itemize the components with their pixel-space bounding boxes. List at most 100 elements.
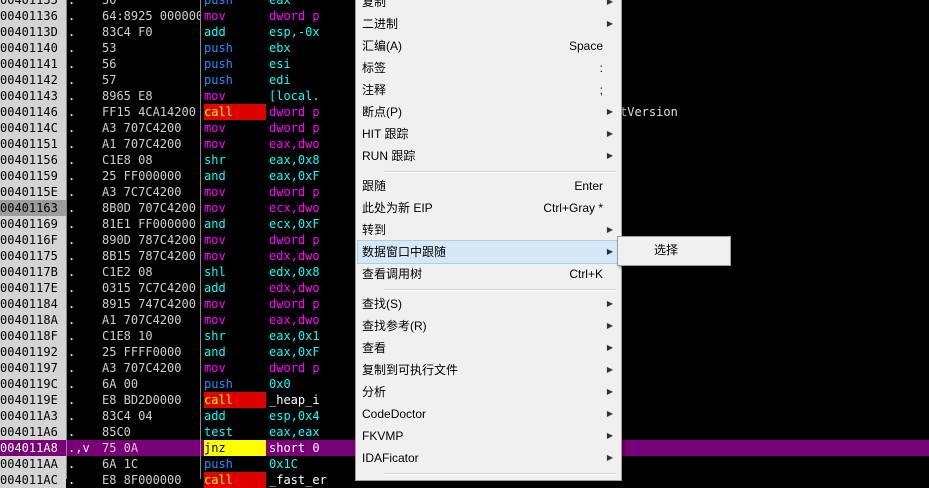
hex-bytes-cell: 83C4 F0 (102, 25, 153, 39)
submenu-arrow-icon: ▶ (606, 247, 613, 256)
menu-separator (384, 171, 616, 173)
marker-cell: . (68, 0, 76, 7)
operands-cell: dword p (269, 361, 320, 375)
menu-item[interactable]: 注释; (358, 79, 619, 101)
hex-bytes-cell: A1 707C4200 (102, 137, 182, 151)
address-cell[interactable]: 00401146 (0, 104, 66, 120)
address-cell[interactable]: 00401136 (0, 8, 66, 24)
menu-item[interactable]: 查找(S) ▶ (358, 293, 619, 315)
operands-cell: short 0 (269, 441, 320, 455)
marker-cell: . (68, 313, 76, 327)
menu-item-label: 查找(S) (362, 297, 402, 311)
address-cell[interactable]: 0040119C (0, 376, 66, 392)
menu-item[interactable]: 复制到可执行文件 ▶ (358, 359, 619, 381)
operands-cell: dword p (269, 297, 320, 311)
menu-item-label: 复制 (362, 0, 387, 9)
menu-item[interactable]: 查看 ▶ (358, 337, 619, 359)
address-cell[interactable]: 004011A8 (0, 440, 66, 456)
address-cell[interactable]: 00401184 (0, 296, 66, 312)
submenu-follow-in-dump: 选择 (617, 236, 731, 266)
menu-item-shortcut: Ctrl+K (569, 267, 603, 281)
address-cell[interactable]: 004011AA (0, 456, 66, 472)
operands-cell: 0x1C (269, 457, 298, 471)
address-cell[interactable]: 004011A6 (0, 424, 66, 440)
menu-item[interactable]: 转到 ▶ (358, 219, 619, 241)
menu-item-label: 查看调用树 (362, 267, 423, 281)
address-cell[interactable]: 0040119E (0, 392, 66, 408)
menu-item-shortcut: Ctrl+Gray * (543, 201, 603, 215)
operands-cell: esp,-0x (269, 25, 320, 39)
address-cell[interactable]: 0040113D (0, 24, 66, 40)
address-cell[interactable]: 00401159 (0, 168, 66, 184)
address-cell[interactable]: 00401135 (0, 0, 66, 8)
menu-item[interactable]: RUN 跟踪 ▶ (358, 145, 619, 167)
address-cell[interactable]: 0040115E (0, 184, 66, 200)
marker-cell: .,v (68, 441, 90, 455)
mnemonic-cell: add (204, 281, 226, 295)
hex-bytes-cell: FF15 4CA14200 (102, 105, 196, 119)
address-cell[interactable]: 00401140 (0, 40, 66, 56)
marker-cell: . (68, 73, 76, 87)
menu-item[interactable]: 二进制 ▶ (358, 13, 619, 35)
mnemonic-cell: and (204, 169, 226, 183)
menu-item[interactable]: 查看调用树 Ctrl+K (358, 263, 619, 285)
menu-item[interactable]: 标签: (358, 57, 619, 79)
menu-item-label: 转到 (362, 223, 387, 237)
address-cell[interactable]: 00401151 (0, 136, 66, 152)
address-cell[interactable]: 0040117E (0, 280, 66, 296)
operands-cell: edx,0x8 (269, 265, 320, 279)
marker-cell: . (68, 137, 76, 151)
mnemonic-cell: mov (204, 185, 226, 199)
address-cell[interactable]: 00401175 (0, 248, 66, 264)
mnemonic-cell: call (204, 472, 266, 488)
address-cell[interactable]: 00401143 (0, 88, 66, 104)
menu-item[interactable]: IDAFicator ▶ (358, 447, 619, 469)
menu-item[interactable]: HIT 跟踪 ▶ (358, 123, 619, 145)
address-cell[interactable]: 0040118A (0, 312, 66, 328)
submenu-arrow-icon: ▶ (606, 0, 613, 6)
address-cell[interactable]: 00401141 (0, 56, 66, 72)
menu-item[interactable]: 复制 ▶ (358, 0, 619, 13)
submenu-arrow-icon: ▶ (606, 431, 613, 440)
mnemonic-cell: call (204, 392, 266, 408)
hex-bytes-cell: 0315 7C7C4200 (102, 281, 196, 295)
submenu-item-select[interactable]: 选择 (620, 239, 728, 261)
menu-item[interactable]: 断点(P) ▶ (358, 101, 619, 123)
address-cell[interactable]: 004011A3 (0, 408, 66, 424)
marker-cell: . (68, 105, 76, 119)
address-cell[interactable]: 00401197 (0, 360, 66, 376)
address-cell[interactable]: 00401169 (0, 216, 66, 232)
menu-item[interactable]: 分析 ▶ (358, 381, 619, 403)
address-cell[interactable]: 00401163 (0, 200, 66, 216)
menu-item-label: 注释 (362, 83, 387, 97)
menu-item[interactable]: 此处为新 EIP Ctrl+Gray * (358, 197, 619, 219)
address-cell[interactable]: 004011AC (0, 472, 66, 488)
operands-cell: eax,dwo (269, 313, 320, 327)
address-cell[interactable]: 00401192 (0, 344, 66, 360)
menu-item[interactable]: FKVMP ▶ (358, 425, 619, 447)
menu-item[interactable]: 数据窗口中跟随 ▶ (357, 240, 620, 264)
marker-cell: . (68, 425, 76, 439)
address-cell[interactable]: 00401142 (0, 72, 66, 88)
address-cell[interactable]: 0040116F (0, 232, 66, 248)
menu-item-label: 汇编(A) (362, 39, 402, 53)
address-cell[interactable]: 0040117B (0, 264, 66, 280)
hex-bytes-cell: 25 FFFF0000 (102, 345, 182, 359)
marker-cell: . (68, 393, 76, 407)
address-cell[interactable]: 0040118F (0, 328, 66, 344)
hex-bytes-cell: A3 707C4200 (102, 361, 182, 375)
menu-item[interactable]: 汇编(A) Space (358, 35, 619, 57)
marker-cell: . (68, 281, 76, 295)
menu-item[interactable]: 查找参考(R) ▶ (358, 315, 619, 337)
mnemonic-cell: and (204, 217, 226, 231)
hex-bytes-cell: 53 (102, 41, 117, 55)
address-cell[interactable]: 0040114C (0, 120, 66, 136)
address-cell[interactable]: 00401156 (0, 152, 66, 168)
marker-cell: . (68, 265, 76, 279)
menu-item[interactable]: 跟随 Enter (358, 175, 619, 197)
marker-cell: . (68, 457, 76, 471)
menu-item[interactable]: CodeDoctor ▶ (358, 403, 619, 425)
mnemonic-cell: mov (204, 249, 226, 263)
menu-item-label: 断点(P) (362, 105, 402, 119)
operands-cell: ecx,dwo (269, 201, 320, 215)
